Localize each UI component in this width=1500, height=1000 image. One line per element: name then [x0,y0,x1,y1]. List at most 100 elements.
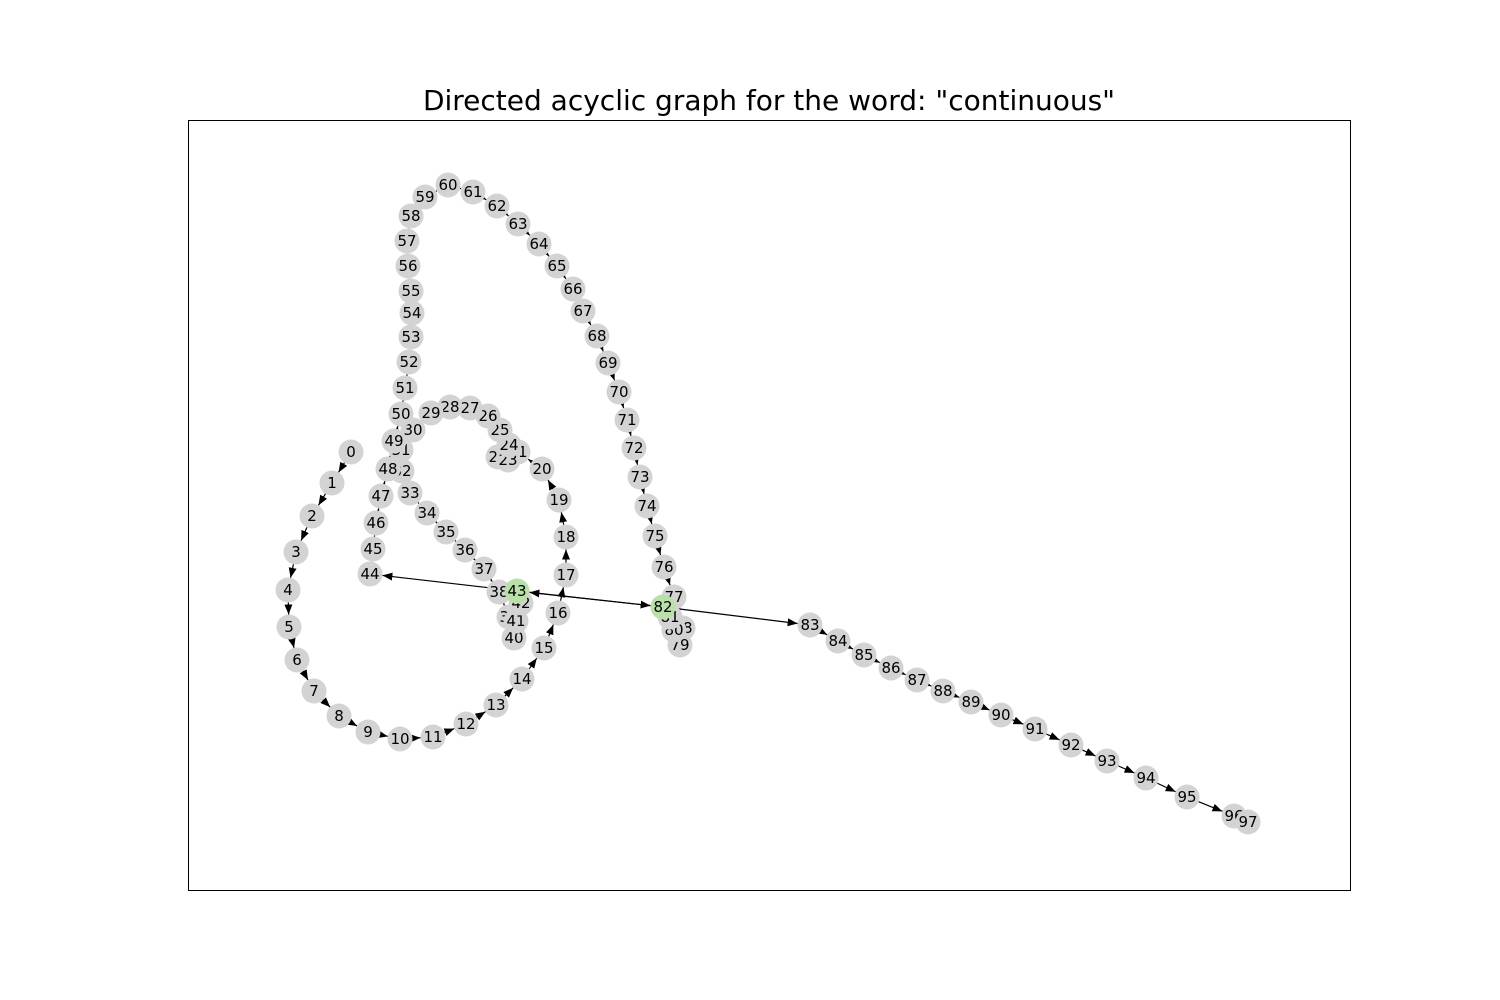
edge-73-74 [637,483,646,494]
edge-38-39 [496,594,505,606]
node-label: 64 [529,235,548,253]
edge-72-73 [631,454,640,465]
node-20: 20 [529,456,555,482]
node-label: 29 [421,404,440,422]
edge-3-4 [288,564,297,578]
edge-74-75 [645,513,654,525]
node-48: 48 [375,456,401,482]
edge-18-19 [559,512,568,525]
node-label: 70 [609,383,628,401]
edge-13-14 [503,687,514,698]
node-73: 73 [627,464,653,490]
edge-7-8 [320,697,331,708]
edge-87-88 [920,678,932,687]
node-label: 19 [549,491,568,509]
node-86: 86 [878,655,904,681]
node-label: 50 [391,405,410,423]
node-4: 4 [275,577,301,603]
node-label: 46 [366,514,385,532]
node-label: 4 [283,581,293,599]
node-56: 56 [395,253,421,279]
node-label: 83 [800,616,819,634]
node-63: 63 [505,211,531,237]
node-label: 76 [654,558,673,576]
node-label: 17 [556,566,575,584]
node-label: 16 [548,604,567,622]
edge-0-1 [338,461,348,473]
node-label: 66 [563,280,582,298]
edge-91-92 [1046,732,1060,741]
node-2: 2 [299,503,325,529]
node-label: 85 [854,646,873,664]
node-label: 60 [438,176,457,194]
node-label: 37 [474,560,493,578]
node-60: 60 [435,172,461,198]
edge-95-96 [1198,801,1223,812]
edge-92-93 [1082,748,1096,757]
node-label: 97 [1238,813,1257,831]
node-14: 14 [509,666,535,692]
node-label: 84 [828,632,847,650]
node-74: 74 [634,493,660,519]
node-label: 48 [378,460,397,478]
edge-86-87 [894,666,906,676]
node-label: 69 [598,354,617,372]
node-50: 50 [388,401,414,427]
edge-9-10 [377,730,388,739]
node-90: 90 [988,702,1014,728]
edge-83-84 [816,626,828,636]
node-72: 72 [621,435,647,461]
node-label: 43 [507,582,526,600]
node-label: 5 [284,618,294,636]
node-label: 61 [463,183,482,201]
edge-2-3 [300,527,309,541]
graph-canvas: 0123456789101112131415161718192021222324… [188,120,1351,891]
edge-82-83 [675,607,798,627]
node-45: 45 [360,536,386,562]
node-label: 11 [423,728,442,746]
edge-94-95 [1157,782,1176,793]
node-82: 82 [650,594,676,620]
edge-70-71 [616,397,625,409]
node-label: 3 [291,543,301,561]
node-label: 44 [360,565,379,583]
node-53: 53 [398,324,424,350]
node-label: 54 [402,304,421,322]
node-7: 7 [301,678,327,704]
node-52: 52 [396,349,422,375]
edge-6-7 [299,669,309,681]
node-label: 67 [573,302,592,320]
node-label: 75 [645,527,664,545]
node-label: 49 [384,432,403,450]
node-17: 17 [553,562,579,588]
node-10: 10 [387,726,413,752]
node-57: 57 [394,228,420,254]
node-69: 69 [595,350,621,376]
edge-88-89 [948,690,960,698]
node-67: 67 [570,298,596,324]
node-6: 6 [284,647,310,673]
edge-71-72 [624,425,633,437]
node-0: 0 [338,439,364,465]
node-68: 68 [584,323,610,349]
node-43: 43 [504,578,530,604]
node-label: 18 [556,528,575,546]
node-19: 19 [546,487,572,513]
node-label: 53 [401,328,420,346]
node-92: 92 [1058,732,1084,758]
node-label: 87 [907,671,926,689]
node-1: 1 [319,470,345,496]
node-label: 47 [371,487,390,505]
node-64: 64 [526,231,552,257]
node-label: 88 [933,682,952,700]
node-label: 89 [961,693,980,711]
node-label: 52 [399,353,418,371]
node-84: 84 [825,628,851,654]
node-37: 37 [471,556,497,582]
edge-61-62 [475,191,487,201]
edge-16-17 [557,587,566,601]
edge-85-86 [868,654,880,664]
node-label: 45 [363,540,382,558]
node-47: 47 [368,483,394,509]
node-label: 2 [307,507,317,525]
